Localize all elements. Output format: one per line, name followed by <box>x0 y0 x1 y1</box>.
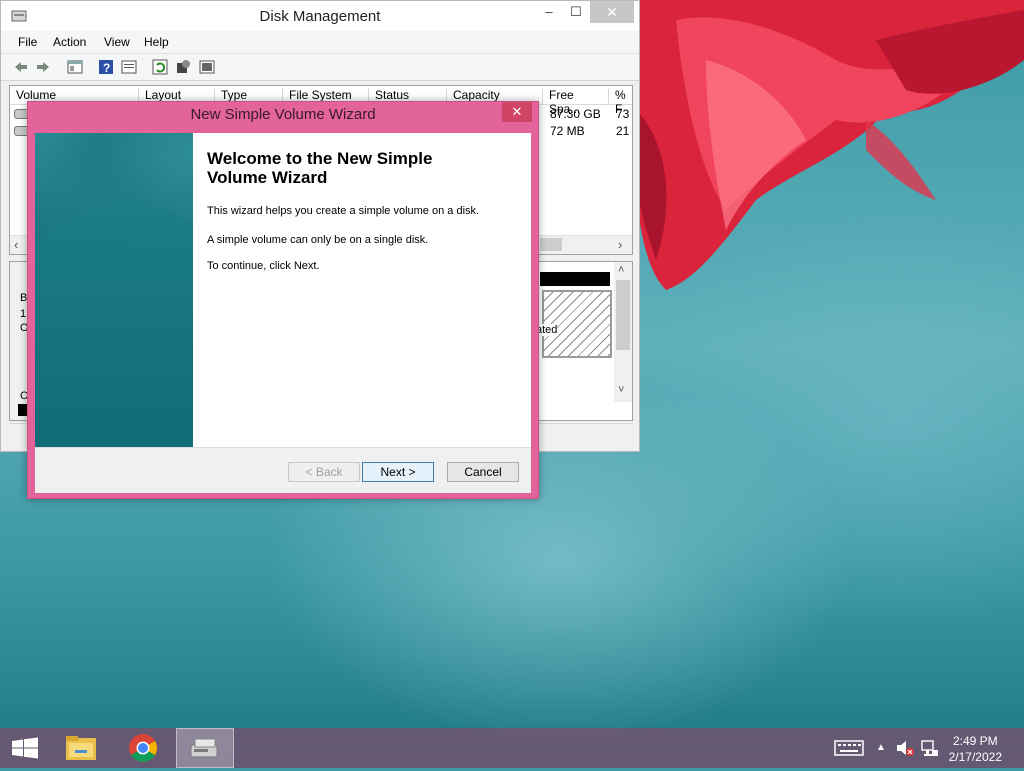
toolbar: ? <box>1 54 639 81</box>
disk-icon[interactable] <box>199 59 215 75</box>
scroll-thumb[interactable] <box>540 238 562 251</box>
file-explorer-icon <box>66 736 96 760</box>
chrome-taskbar-button[interactable] <box>120 728 166 768</box>
back-button[interactable]: < Back <box>288 462 360 482</box>
properties-icon[interactable] <box>121 59 137 75</box>
wizard-close-button[interactable]: ✕ <box>502 102 532 122</box>
network-icon <box>921 740 938 756</box>
svg-text:?: ? <box>103 61 110 75</box>
new-simple-volume-wizard: New Simple Volume Wizard ✕ Welcome to th… <box>27 101 539 499</box>
col-percent-free[interactable]: % F <box>609 88 633 116</box>
disk-management-icon <box>190 738 218 758</box>
unallocated-label: ated <box>536 324 558 336</box>
wizard-paragraph: A simple volume can only be on a single … <box>207 234 429 246</box>
free-space-value: 87.30 GB <box>550 107 601 121</box>
start-button[interactable] <box>0 728 50 768</box>
menu-help[interactable]: Help <box>144 35 169 49</box>
wizard-banner-image <box>35 133 193 447</box>
forward-arrow-icon[interactable] <box>35 59 51 75</box>
settings-icon[interactable] <box>175 59 191 75</box>
scroll-right-icon[interactable]: › <box>618 237 622 252</box>
console-tree-icon[interactable] <box>67 59 83 75</box>
menu-action[interactable]: Action <box>53 35 86 49</box>
vertical-scrollbar[interactable]: ˄ ˅ <box>614 262 632 402</box>
col-free-space[interactable]: Free Spa... <box>543 88 609 116</box>
clock-date: 2/17/2022 <box>948 750 1002 764</box>
free-space-value: 72 MB <box>550 124 585 138</box>
menu-view[interactable]: View <box>104 35 130 49</box>
scroll-down-icon[interactable]: ˅ <box>618 384 624 396</box>
keyboard-icon <box>834 740 864 756</box>
wallpaper-flower <box>636 0 1024 300</box>
cancel-button[interactable]: Cancel <box>447 462 519 482</box>
clock-time: 2:49 PM <box>952 734 998 748</box>
next-button[interactable]: Next > <box>362 462 434 482</box>
disk-management-taskbar-button[interactable] <box>176 728 234 768</box>
wizard-footer: < Back Next > Cancel <box>35 448 531 493</box>
maximize-button[interactable]: ☐ <box>562 1 590 23</box>
banner-arc-decoration <box>35 203 193 447</box>
touch-keyboard-button[interactable] <box>832 728 866 768</box>
taskbar: ▲ 2:49 PM 2/17/2022 <box>0 728 1024 768</box>
menu-file[interactable]: File <box>18 35 37 49</box>
wizard-heading-line2: Volume Wizard <box>207 168 328 187</box>
wizard-heading: Welcome to the New Simple Volume Wizard <box>207 149 507 187</box>
menu-bar: File Action View Help <box>1 31 639 54</box>
clock[interactable]: 2:49 PM 2/17/2022 <box>949 733 1002 765</box>
close-button[interactable]: ✕ <box>590 1 634 23</box>
scroll-left-icon[interactable]: ‹ <box>14 237 18 252</box>
partition-header-bar <box>540 272 610 286</box>
refresh-icon[interactable] <box>152 59 168 75</box>
file-explorer-taskbar-button[interactable] <box>58 728 104 768</box>
minimize-button[interactable]: ‒ <box>535 1 563 23</box>
unallocated-partition[interactable]: ated <box>536 290 612 358</box>
show-hidden-icons-icon[interactable]: ▲ <box>872 728 890 768</box>
speaker-muted-icon <box>897 741 914 756</box>
windows-logo-icon <box>12 737 38 759</box>
wizard-heading-line1: Welcome to the New Simple <box>207 149 433 168</box>
wizard-paragraph: To continue, click Next. <box>207 260 320 272</box>
chrome-icon <box>129 734 157 762</box>
percent-free-value: 73 <box>616 107 630 121</box>
help-icon[interactable]: ? <box>98 59 114 75</box>
wizard-paragraph: This wizard helps you create a simple vo… <box>207 205 480 217</box>
volume-muted-button[interactable] <box>894 728 916 768</box>
percent-free-value: 21 <box>616 124 630 138</box>
network-button[interactable] <box>918 728 940 768</box>
wizard-title: New Simple Volume Wizard <box>190 106 376 123</box>
wizard-client-area: Welcome to the New Simple Volume Wizard … <box>35 133 531 493</box>
scroll-up-icon[interactable]: ˄ <box>618 264 624 276</box>
back-arrow-icon[interactable] <box>13 59 29 75</box>
scroll-thumb[interactable] <box>616 280 630 350</box>
title-bar: Disk Management ‒ ☐ ✕ <box>1 1 639 31</box>
